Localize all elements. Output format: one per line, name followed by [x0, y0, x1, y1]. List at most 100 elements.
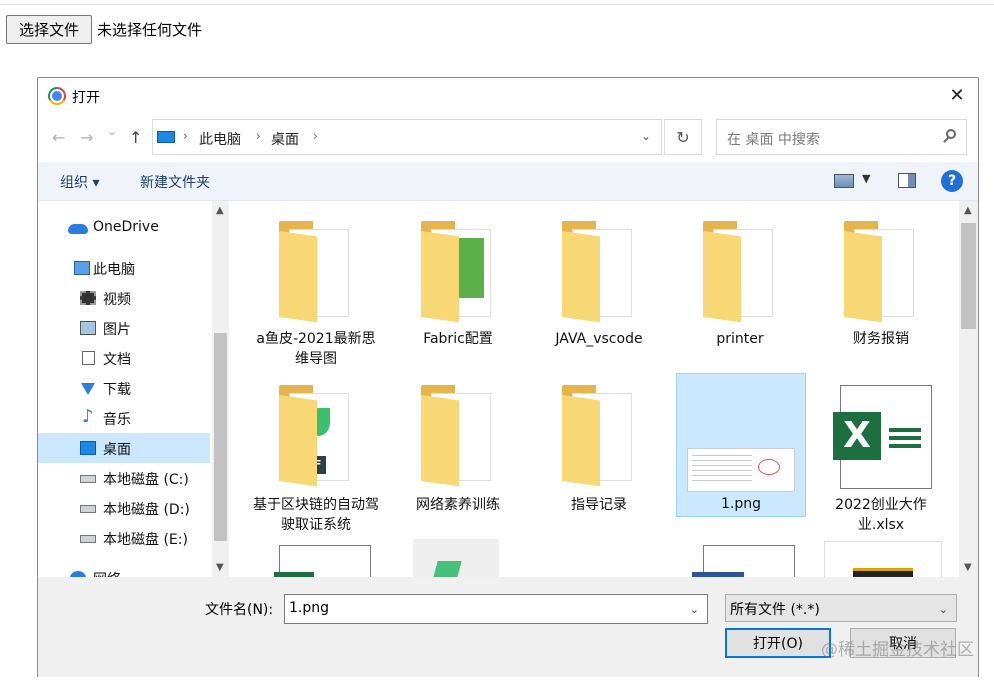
- sidebar-item-network[interactable]: 网络: [38, 563, 210, 577]
- filename-value: 1.png: [289, 600, 330, 616]
- video-icon: [80, 291, 96, 305]
- file-item-folder[interactable]: a鱼皮-2021最新思维导图: [251, 201, 381, 371]
- file-type-select[interactable]: 所有文件 (*.*) ⌄: [725, 594, 957, 622]
- pictures-icon: [80, 321, 96, 335]
- navigation-pane: OneDrive 此电脑 视频 图片 文档 下载 ♪ 音乐 桌面 本地磁盘 (C…: [38, 201, 231, 577]
- search-input[interactable]: 在 桌面 中搜索: [716, 119, 967, 155]
- file-name: JAVA_vscode: [555, 331, 643, 347]
- close-icon[interactable]: ✕: [944, 84, 970, 108]
- sidebar-item-label: 桌面: [103, 442, 131, 458]
- image-thumbnail: [687, 448, 795, 492]
- recent-locations-icon[interactable]: ⌄: [107, 124, 117, 138]
- open-file-dialog: 打开 ✕ ← → ⌄ ↑ › 此电脑 › 桌面 › ⌄ ↻ 在 桌面 中搜索 组…: [37, 77, 979, 677]
- file-name: 1.png: [720, 496, 761, 512]
- sidebar-item-videos[interactable]: 视频: [38, 283, 210, 313]
- sidebar-scrollbar[interactable]: ▲ ▼: [212, 201, 229, 577]
- chrome-icon: [48, 87, 66, 105]
- sidebar-item-label: 视频: [103, 292, 131, 308]
- folder-icon: [844, 221, 916, 323]
- excel-icon: [274, 545, 371, 577]
- file-type-value: 所有文件 (*.*): [730, 602, 820, 618]
- file-item-folder[interactable]: 财务报销: [816, 201, 946, 371]
- sidebar-item-label: 本地磁盘 (C:): [103, 472, 189, 488]
- file-item-folder[interactable]: JAVA_vscode: [534, 201, 664, 371]
- file-item-folder[interactable]: Fabric配置: [393, 201, 523, 371]
- scroll-down-icon[interactable]: ▼: [964, 562, 972, 573]
- preview-pane-icon[interactable]: [898, 173, 916, 188]
- file-item-folder[interactable]: 基于区块链的自动驾驶取证系统: [251, 375, 381, 533]
- view-dropdown-icon[interactable]: ▼: [862, 172, 870, 185]
- sidebar-item-this-pc[interactable]: 此电脑: [38, 253, 210, 283]
- desktop-icon: [80, 441, 96, 455]
- command-toolbar: 组织 ▾ 新建文件夹 ▼ ?: [38, 162, 978, 201]
- sidebar-item-documents[interactable]: 文档: [38, 343, 210, 373]
- chevron-right-icon[interactable]: ›: [313, 129, 318, 143]
- content-scrollbar[interactable]: ▲ ▼: [959, 201, 978, 577]
- scroll-down-icon[interactable]: ▼: [216, 562, 224, 573]
- filename-input[interactable]: 1.png ⌄: [284, 594, 708, 624]
- file-item-folder[interactable]: printer: [675, 201, 805, 371]
- chevron-down-icon[interactable]: ⌄: [641, 129, 651, 143]
- file-item-partial[interactable]: [393, 539, 523, 577]
- file-item-word-partial[interactable]: [675, 541, 805, 577]
- scroll-up-icon[interactable]: ▲: [964, 205, 972, 216]
- sidebar-item-label: 音乐: [103, 412, 131, 428]
- sidebar-item-downloads[interactable]: 下载: [38, 373, 210, 403]
- chevron-down-icon[interactable]: ⌄: [690, 603, 699, 616]
- back-arrow-icon[interactable]: ←: [52, 128, 65, 147]
- breadcrumb-this-pc[interactable]: 此电脑: [199, 129, 241, 149]
- file-item-image-selected[interactable]: 1.png: [676, 373, 806, 517]
- up-arrow-icon[interactable]: ↑: [129, 128, 142, 147]
- chevron-right-icon: ›: [256, 129, 261, 143]
- file-item-excel[interactable]: X 2022创业大作业.xlsx: [816, 375, 946, 533]
- sidebar-item-drive-c[interactable]: 本地磁盘 (C:): [38, 463, 210, 493]
- breadcrumb-desktop[interactable]: 桌面: [271, 129, 299, 149]
- sidebar-scroll-thumb[interactable]: [214, 333, 227, 541]
- sidebar-item-pictures[interactable]: 图片: [38, 313, 210, 343]
- drive-icon: [80, 475, 96, 483]
- drive-icon: [80, 505, 96, 513]
- dialog-footer: 文件名(N): 1.png ⌄ 所有文件 (*.*) ⌄ 打开(O) 取消: [38, 577, 978, 677]
- watermark: @稀土掘金技术社区: [821, 640, 974, 660]
- dialog-titlebar: 打开 ✕: [38, 78, 978, 114]
- sidebar-item-label: OneDrive: [93, 219, 159, 235]
- file-name: 指导记录: [571, 497, 627, 513]
- forward-arrow-icon[interactable]: →: [80, 128, 93, 147]
- page-top-divider: [0, 4, 994, 5]
- refresh-icon: ↻: [676, 127, 690, 147]
- sidebar-item-label: 文档: [103, 352, 131, 368]
- file-item-folder[interactable]: 网络素养训练: [393, 375, 523, 525]
- sidebar-item-desktop[interactable]: 桌面: [38, 433, 210, 463]
- scroll-up-icon[interactable]: ▲: [216, 205, 224, 216]
- music-icon: ♪: [82, 406, 94, 427]
- file-item-folder[interactable]: 指导记录: [534, 375, 664, 525]
- sidebar-item-drive-d[interactable]: 本地磁盘 (D:): [38, 493, 210, 523]
- file-name: 基于区块链的自动驾驶取证系统: [253, 497, 379, 533]
- content-scroll-thumb[interactable]: [961, 223, 976, 329]
- file-item-image-partial[interactable]: [816, 541, 946, 577]
- downloads-icon: [81, 383, 95, 395]
- sidebar-item-music[interactable]: ♪ 音乐: [38, 403, 210, 433]
- sidebar-item-label: 此电脑: [93, 262, 135, 278]
- help-icon[interactable]: ?: [941, 170, 963, 192]
- file-name: 2022创业大作业.xlsx: [835, 497, 927, 533]
- new-folder-button[interactable]: 新建文件夹: [140, 172, 210, 192]
- search-icon[interactable]: [946, 129, 956, 139]
- address-bar[interactable]: › 此电脑 › 桌面 › ⌄: [152, 119, 662, 155]
- organize-menu[interactable]: 组织 ▾: [60, 172, 99, 192]
- sidebar-item-onedrive[interactable]: OneDrive: [38, 213, 210, 243]
- sidebar-item-label: 网络: [93, 569, 121, 577]
- refresh-button[interactable]: ↻: [664, 119, 702, 155]
- filename-label: 文件名(N):: [205, 602, 274, 618]
- navigation-bar: ← → ⌄ ↑ › 此电脑 › 桌面 › ⌄ ↻ 在 桌面 中搜索: [38, 118, 978, 158]
- computer-icon: [157, 131, 175, 143]
- sidebar-item-drive-e[interactable]: 本地磁盘 (E:): [38, 523, 210, 553]
- open-button[interactable]: 打开(O): [725, 628, 831, 658]
- documents-icon: [82, 351, 95, 365]
- change-view-icon[interactable]: [834, 174, 854, 188]
- file-name: 财务报销: [853, 331, 909, 347]
- file-item-excel-partial[interactable]: [251, 541, 381, 577]
- search-placeholder: 在 桌面 中搜索: [727, 132, 820, 148]
- choose-file-button[interactable]: 选择文件: [6, 15, 92, 44]
- file-name: Fabric配置: [423, 331, 493, 347]
